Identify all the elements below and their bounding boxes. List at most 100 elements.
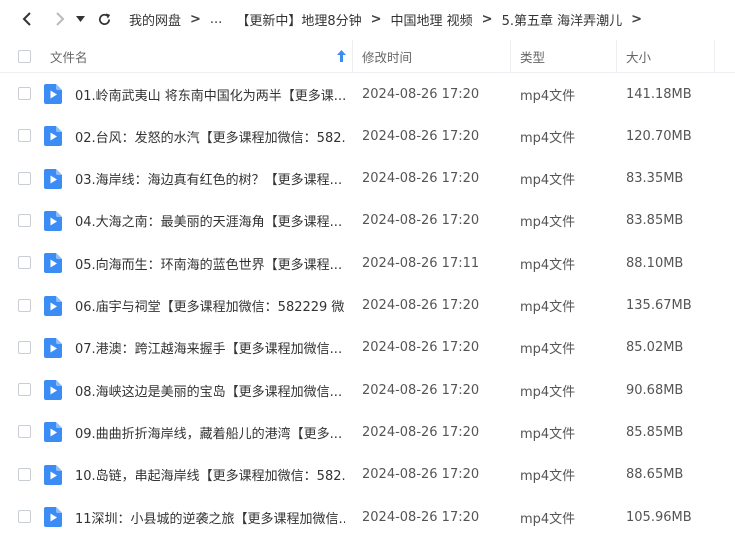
file-row[interactable]: 06.庙宇与祠堂【更多课程加微信：582229 微... 2024-08-26 … — [0, 285, 735, 327]
row-checkbox[interactable] — [18, 467, 31, 481]
file-type: mp4文件 — [520, 173, 576, 189]
breadcrumb-item-course[interactable]: 【更新中】地理8分钟 — [236, 10, 361, 29]
refresh-button[interactable] — [93, 8, 115, 30]
column-header-type[interactable]: 类型 — [520, 40, 545, 72]
file-name[interactable]: 11深圳：小县城的逆袭之旅【更多课程加微信... — [75, 496, 345, 538]
breadcrumb-separator-icon: > — [481, 11, 493, 27]
column-header-size[interactable]: 大小 — [626, 40, 651, 72]
file-name[interactable]: 06.庙宇与祠堂【更多课程加微信：582229 微... — [75, 285, 345, 327]
row-checkbox[interactable] — [18, 213, 31, 227]
file-row[interactable]: 02.台风：发怒的水汽【更多课程加微信：582... 2024-08-26 17… — [0, 115, 735, 157]
file-name[interactable]: 02.台风：发怒的水汽【更多课程加微信：582... — [75, 115, 345, 157]
file-row[interactable]: 07.港澳：跨江越海来握手【更多课程加微信... 2024-08-26 17:2… — [0, 327, 735, 369]
file-type: mp4文件 — [520, 469, 576, 485]
video-file-icon — [44, 126, 62, 147]
file-size: 135.67MB — [626, 298, 692, 313]
video-file-icon — [44, 337, 62, 358]
file-size: 90.68MB — [626, 382, 684, 398]
video-file-icon — [44, 84, 62, 104]
file-row[interactable]: 01.岭南武夷山 将东南中国化为两半【更多课... 2024-08-26 17:… — [0, 73, 735, 115]
row-checkbox[interactable] — [18, 510, 31, 523]
file-name[interactable]: 10.岛链，串起海岸线【更多课程加微信：582... — [75, 454, 345, 496]
video-file-icon — [44, 507, 62, 527]
breadcrumb-item-folder[interactable]: 中国地理 视频 — [391, 10, 473, 29]
file-size: 120.70MB — [626, 128, 692, 144]
breadcrumb-separator-icon: > — [370, 11, 382, 27]
column-divider[interactable] — [352, 40, 353, 72]
file-size: 141.18MB — [626, 86, 692, 102]
file-size: 85.85MB — [626, 424, 684, 440]
breadcrumb-item-root[interactable]: 我的网盘 — [129, 10, 181, 29]
file-modified-time: 2024-08-26 17:20 — [362, 298, 480, 313]
column-header-modified-label: 修改时间 — [362, 49, 413, 65]
caret-down-icon — [75, 16, 85, 22]
file-name[interactable]: 01.岭南武夷山 将东南中国化为两半【更多课... — [75, 73, 345, 115]
file-row[interactable]: 10.岛链，串起海岸线【更多课程加微信：582... 2024-08-26 17… — [0, 454, 735, 496]
row-checkbox[interactable] — [18, 383, 31, 397]
column-divider[interactable] — [714, 40, 715, 72]
video-file-icon — [44, 422, 62, 443]
file-name[interactable]: 04.大海之南：最美丽的天涯海角【更多课程... — [75, 200, 345, 242]
file-size: 88.10MB — [626, 255, 684, 271]
file-type: mp4文件 — [520, 130, 576, 146]
file-type: mp4文件 — [520, 511, 576, 527]
row-checkbox[interactable] — [18, 298, 31, 312]
file-size: 85.02MB — [626, 340, 684, 356]
row-checkbox[interactable] — [18, 129, 31, 143]
file-modified-time: 2024-08-26 17:20 — [362, 382, 480, 398]
file-row[interactable]: 11深圳：小县城的逆袭之旅【更多课程加微信... 2024-08-26 17:2… — [0, 496, 735, 538]
column-header-name[interactable]: 文件名 — [50, 40, 88, 72]
file-size: 88.65MB — [626, 467, 684, 483]
file-name[interactable]: 08.海峡这边是美丽的宝岛【更多课程加微信... — [75, 369, 345, 411]
forward-button[interactable] — [49, 8, 71, 30]
file-modified-time: 2024-08-26 17:20 — [362, 213, 480, 229]
select-all-cell — [18, 40, 31, 72]
column-divider[interactable] — [510, 40, 511, 72]
file-name[interactable]: 03.海岸线：海边真有红色的树？【更多课程... — [75, 158, 345, 200]
file-modified-time: 2024-08-26 17:20 — [362, 467, 480, 483]
file-type: mp4文件 — [520, 88, 576, 104]
back-button[interactable] — [16, 8, 38, 30]
file-row[interactable]: 03.海岸线：海边真有红色的树？【更多课程... 2024-08-26 17:2… — [0, 158, 735, 200]
column-header-name-label: 文件名 — [50, 49, 88, 65]
breadcrumb-separator-icon: > — [190, 11, 201, 27]
file-name[interactable]: 09.曲曲折折海岸线，藏着船儿的港湾【更多... — [75, 411, 345, 453]
file-row[interactable]: 09.曲曲折折海岸线，藏着船儿的港湾【更多... 2024-08-26 17:2… — [0, 411, 735, 453]
file-list-header: 文件名 修改时间 类型 大小 — [0, 40, 735, 73]
column-header-modified[interactable]: 修改时间 — [362, 40, 412, 72]
video-file-icon — [44, 464, 62, 485]
video-file-icon — [44, 253, 62, 274]
row-checkbox[interactable] — [18, 87, 31, 100]
row-checkbox[interactable] — [18, 340, 31, 354]
file-row[interactable]: 08.海峡这边是美丽的宝岛【更多课程加微信... 2024-08-26 17:2… — [0, 369, 735, 411]
file-name[interactable]: 05.向海而生：环南海的蓝色世界【更多课程... — [75, 242, 345, 284]
chevron-left-icon — [22, 12, 31, 26]
breadcrumb: 我的网盘 > ... 【更新中】地理8分钟 > 中国地理 视频 > 5.第五章 … — [129, 10, 651, 29]
file-name[interactable]: 07.港澳：跨江越海来握手【更多课程加微信... — [75, 327, 345, 369]
file-type: mp4文件 — [520, 384, 576, 400]
file-size: 83.85MB — [626, 213, 684, 229]
breadcrumb-item-ellipsis[interactable]: ... — [210, 12, 222, 27]
file-row[interactable]: 05.向海而生：环南海的蓝色世界【更多课程... 2024-08-26 17:1… — [0, 242, 735, 284]
file-modified-time: 2024-08-26 17:20 — [362, 340, 480, 356]
file-type: mp4文件 — [520, 257, 576, 273]
row-checkbox[interactable] — [18, 256, 31, 270]
file-type: mp4文件 — [520, 300, 576, 315]
select-all-checkbox[interactable] — [18, 49, 31, 63]
history-dropdown-button[interactable] — [73, 8, 87, 30]
sort-ascending-icon[interactable] — [337, 50, 346, 62]
file-row[interactable]: 04.大海之南：最美丽的天涯海角【更多课程... 2024-08-26 17:2… — [0, 200, 735, 242]
column-divider[interactable] — [616, 40, 617, 72]
file-type: mp4文件 — [520, 215, 576, 231]
row-checkbox[interactable] — [18, 171, 31, 185]
file-modified-time: 2024-08-26 17:20 — [362, 171, 480, 187]
file-type: mp4文件 — [520, 426, 576, 442]
breadcrumb-item-current[interactable]: 5.第五章 海洋弄潮儿 — [502, 10, 623, 29]
file-size: 105.96MB — [626, 509, 692, 525]
row-checkbox[interactable] — [18, 425, 31, 439]
file-modified-time: 2024-08-26 17:20 — [362, 424, 480, 440]
video-file-icon — [44, 380, 62, 401]
video-file-icon — [44, 295, 62, 316]
chevron-right-icon — [56, 12, 65, 26]
file-modified-time: 2024-08-26 17:20 — [362, 86, 480, 102]
